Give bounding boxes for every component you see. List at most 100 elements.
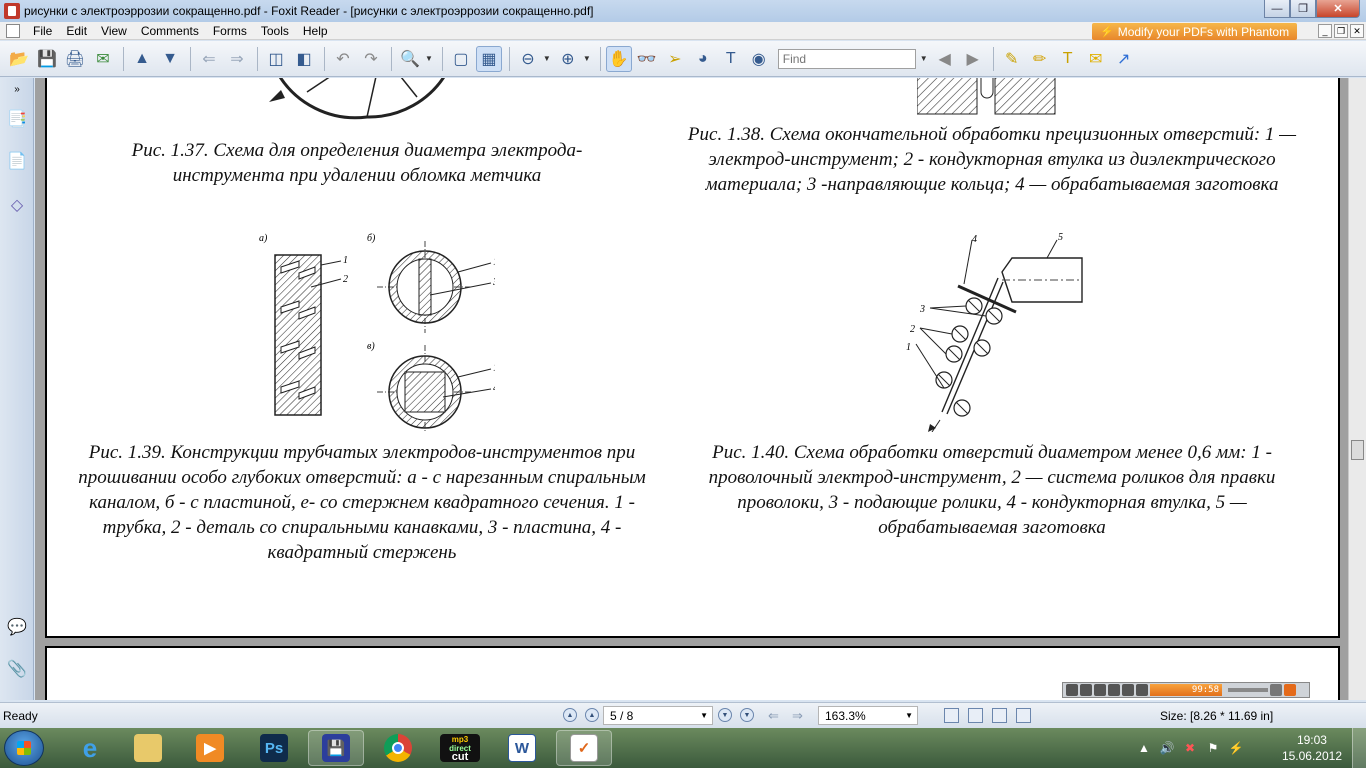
note-icon[interactable]: ✉ xyxy=(1083,46,1109,72)
play-icon[interactable] xyxy=(1066,684,1078,696)
doc-minimize-button[interactable]: _ xyxy=(1318,24,1332,38)
next-page-status-icon[interactable]: ▼ xyxy=(718,708,732,722)
zoom-in-icon[interactable]: ⊕ xyxy=(555,46,581,72)
menu-file[interactable]: File xyxy=(26,24,59,38)
taskbar-internet-explorer[interactable]: e xyxy=(62,730,118,766)
forward-icon[interactable]: ⇒ xyxy=(224,46,250,72)
menu-edit[interactable]: Edit xyxy=(59,24,94,38)
text-select-icon[interactable]: 👓 xyxy=(634,46,660,72)
doc-close-button[interactable]: ✕ xyxy=(1350,24,1364,38)
first-page-icon[interactable]: ▲ xyxy=(563,708,577,722)
phantom-promo-button[interactable]: ⚡ Modify your PDFs with Phantom xyxy=(1092,23,1298,40)
find-previous-icon[interactable]: ◀ xyxy=(932,46,958,72)
foxit-app-icon[interactable] xyxy=(4,3,20,19)
snapshot-pages-icon[interactable]: ◧ xyxy=(291,46,317,72)
zoom-out-dropdown-icon[interactable]: ▼ xyxy=(543,54,551,63)
zoom-in-dropdown-icon[interactable]: ▼ xyxy=(583,54,591,63)
start-button[interactable] xyxy=(4,730,44,766)
next-page-icon[interactable]: ▼ xyxy=(157,46,183,72)
show-hidden-icons-icon[interactable]: ▲ xyxy=(1136,740,1152,756)
find-input[interactable] xyxy=(777,48,916,69)
hand-tool-icon[interactable]: ✋ xyxy=(605,45,632,72)
taskbar-save-app[interactable]: 💾 xyxy=(308,730,364,766)
comment-tool-icon[interactable]: ✎ xyxy=(999,46,1025,72)
page-dropdown-icon[interactable]: ▼ xyxy=(700,711,708,720)
email-icon[interactable]: ✉ xyxy=(90,46,116,72)
redo-icon[interactable]: ↷ xyxy=(358,46,384,72)
vertical-scrollbar[interactable] xyxy=(1348,78,1366,700)
document-view[interactable]: Рис. 1.37. Схема для определения диаметр… xyxy=(35,78,1348,700)
last-page-icon[interactable]: ▼ xyxy=(740,708,754,722)
taskbar-foxit-reader[interactable]: ✓ xyxy=(556,730,612,766)
show-desktop-button[interactable] xyxy=(1352,728,1366,768)
extract-pages-icon[interactable]: ◫ xyxy=(263,46,289,72)
find-dropdown-icon[interactable]: ▼ xyxy=(920,54,928,63)
eject-icon[interactable] xyxy=(1136,684,1148,696)
action-center-icon[interactable]: ⚑ xyxy=(1205,740,1221,756)
clock[interactable]: 19:03 15.06.2012 xyxy=(1282,732,1342,764)
menu-help[interactable]: Help xyxy=(296,24,335,38)
history-forward-icon[interactable]: ⇒ xyxy=(792,708,803,724)
scrollbar-thumb[interactable] xyxy=(1351,440,1364,460)
open-icon[interactable]: 📂 xyxy=(6,46,32,72)
volume-slider[interactable] xyxy=(1228,688,1268,692)
arrow-annotation-icon[interactable]: ↗ xyxy=(1111,46,1137,72)
menu-tools[interactable]: Tools xyxy=(254,24,296,38)
find-next-icon[interactable]: ▶ xyxy=(960,46,986,72)
layers-icon[interactable]: ◇ xyxy=(7,194,27,216)
back-icon[interactable]: ⇐ xyxy=(196,46,222,72)
fit-page-icon[interactable]: ▢ xyxy=(448,46,474,72)
select-arrow-icon[interactable]: ➢ xyxy=(662,46,688,72)
taskbar-media-player[interactable]: ▶ xyxy=(182,730,238,766)
minimize-button[interactable]: — xyxy=(1264,0,1290,18)
mini-close-icon[interactable] xyxy=(1284,684,1296,696)
next-track-icon[interactable] xyxy=(1122,684,1134,696)
maximize-button[interactable]: ❐ xyxy=(1290,0,1316,18)
taskbar-photoshop[interactable]: Ps xyxy=(246,730,302,766)
bookmarks-icon[interactable]: 📑 xyxy=(7,108,27,130)
taskbar-chrome[interactable] xyxy=(370,730,426,766)
volume-icon[interactable]: 🔊 xyxy=(1159,740,1175,756)
close-button[interactable]: ✕ xyxy=(1316,0,1360,18)
textbox-icon[interactable]: T xyxy=(1055,46,1081,72)
taskbar-word[interactable]: W xyxy=(494,730,550,766)
undo-icon[interactable]: ↶ xyxy=(330,46,356,72)
attachments-icon[interactable]: 📎 xyxy=(7,658,27,680)
zoom-out-icon[interactable]: ⊖ xyxy=(515,46,541,72)
history-back-icon[interactable]: ⇐ xyxy=(768,708,779,724)
comments-panel-icon[interactable]: 💬 xyxy=(7,616,27,638)
stop-icon[interactable] xyxy=(1094,684,1106,696)
camera-icon[interactable]: ◉ xyxy=(746,46,772,72)
taskbar-mp3-direct-cut[interactable]: mp3 direct cut xyxy=(432,730,488,766)
prev-page-status-icon[interactable]: ▲ xyxy=(585,708,599,722)
highlight-icon[interactable]: ✏ xyxy=(1027,46,1053,72)
zoom-field[interactable]: 163.3% ▼ xyxy=(818,706,918,725)
save-icon[interactable]: 💾 xyxy=(34,46,60,72)
facing-view-icon[interactable] xyxy=(992,708,1007,723)
pause-icon[interactable] xyxy=(1080,684,1092,696)
pages-icon[interactable]: 📄 xyxy=(7,150,27,172)
previous-page-icon[interactable]: ▲ xyxy=(129,46,155,72)
menu-view[interactable]: View xyxy=(94,24,134,38)
power-icon[interactable]: ⚡ xyxy=(1228,740,1244,756)
panel-expand-icon[interactable]: » xyxy=(7,78,27,100)
zoom-icon[interactable]: 🔍 xyxy=(397,46,423,72)
page-number-field[interactable]: 5 / 8 ▼ xyxy=(603,706,713,725)
taskbar-windows-explorer[interactable] xyxy=(120,730,176,766)
fit-width-icon[interactable]: ▦ xyxy=(475,45,502,72)
continuous-view-icon[interactable] xyxy=(968,708,983,723)
document-icon[interactable] xyxy=(6,23,20,38)
menu-comments[interactable]: Comments xyxy=(134,24,206,38)
zoom-dropdown-icon[interactable]: ▼ xyxy=(425,54,433,63)
single-page-view-icon[interactable] xyxy=(944,708,959,723)
typewriter-icon[interactable]: T xyxy=(718,46,744,72)
print-icon[interactable]: 🖨 xyxy=(62,46,88,72)
zoom-field-dropdown-icon[interactable]: ▼ xyxy=(905,711,913,720)
find-binoculars-icon[interactable]: ◕ xyxy=(690,46,716,72)
continuous-facing-view-icon[interactable] xyxy=(1016,708,1031,723)
network-icon[interactable]: ✖ xyxy=(1182,740,1198,756)
prev-track-icon[interactable] xyxy=(1108,684,1120,696)
mini-restore-icon[interactable] xyxy=(1270,684,1282,696)
menu-forms[interactable]: Forms xyxy=(206,24,254,38)
doc-restore-button[interactable]: ❐ xyxy=(1334,24,1348,38)
